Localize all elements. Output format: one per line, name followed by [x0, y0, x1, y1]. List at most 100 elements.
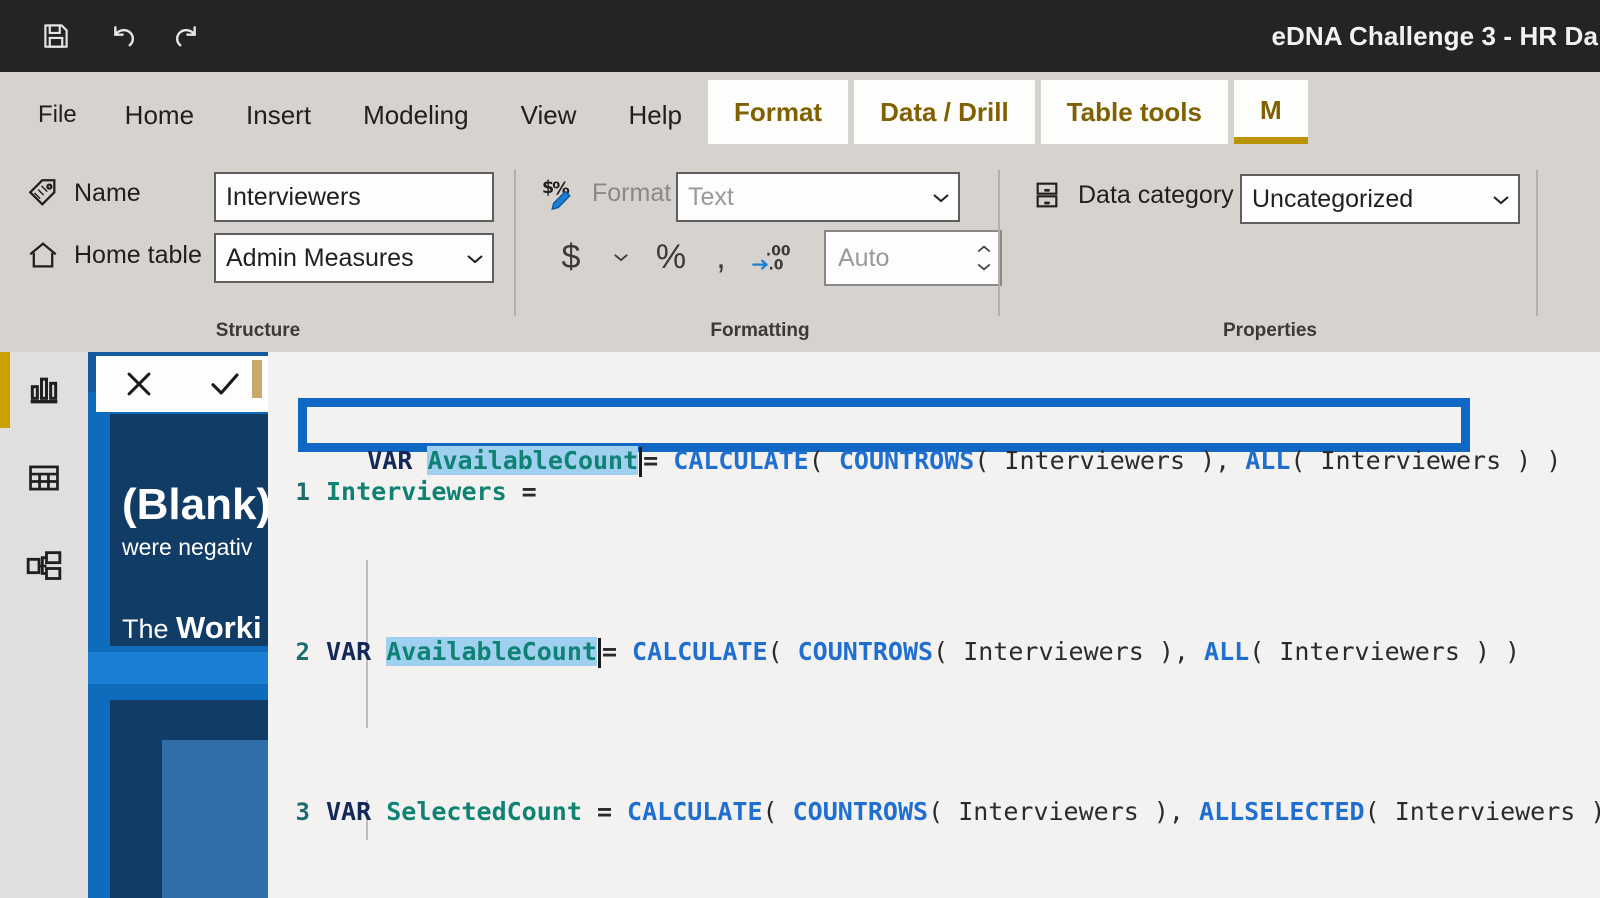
model-view-icon	[26, 551, 62, 580]
report-card-secondary-inner	[162, 740, 270, 898]
card-blank-value: (Blank)	[122, 480, 270, 529]
title-bar: eDNA Challenge 3 - HR Da	[0, 0, 1600, 72]
tab-file[interactable]: File	[0, 86, 99, 144]
percent-format-button[interactable]: %	[646, 232, 696, 282]
data-category-dropdown[interactable]: Uncategorized	[1240, 174, 1520, 224]
ribbon-tab-strip: File Home Insert Modeling View Help Form…	[0, 72, 1600, 144]
chevron-down-icon	[1493, 195, 1509, 204]
format-paint-icon: $ %	[540, 172, 582, 214]
tab-data-drill[interactable]: Data / Drill	[854, 80, 1035, 144]
home-icon	[22, 234, 64, 276]
undo-icon[interactable]	[102, 16, 142, 56]
data-category-icon	[1026, 174, 1068, 216]
decimal-places-stepper[interactable]: Auto	[824, 230, 1002, 286]
tab-table-tools[interactable]: Table tools	[1040, 80, 1228, 144]
view-nav-rail	[0, 352, 88, 898]
format-label: Format	[592, 178, 672, 207]
line-content: VAR SelectedCount = CALCULATE( COUNTROWS…	[326, 797, 1600, 826]
data-category-row: Data category	[1026, 174, 1234, 216]
chevron-down-icon	[467, 254, 483, 263]
group-divider-1	[514, 170, 516, 316]
stepper-arrows[interactable]	[976, 245, 992, 271]
chevron-down-icon	[933, 193, 949, 202]
quick-access-toolbar	[0, 16, 208, 56]
dax-formula-editor[interactable]: 1 Interviewers = 2 VAR AvailableCount = C…	[268, 352, 1600, 898]
power-bi-window: eDNA Challenge 3 - HR Da File Home Inser…	[0, 0, 1600, 898]
name-field-row: Name	[22, 172, 141, 214]
code-line: 3 VAR SelectedCount = CALCULATE( COUNTRO…	[268, 792, 1600, 832]
home-table-row: Home table	[22, 234, 202, 276]
tab-insert[interactable]: Insert	[220, 86, 337, 144]
format-quick-buttons: $ % , .00 .0	[546, 232, 796, 282]
chevron-down-icon	[614, 254, 628, 262]
tab-measure-tools[interactable]: M	[1233, 80, 1308, 144]
card-working-prefix: The	[122, 614, 177, 644]
report-canvas[interactable]: (Blank) were negativ The Worki	[88, 352, 270, 898]
code-line: 2 VAR AvailableCount = CALCULATE( COUNTRO…	[268, 632, 1600, 672]
home-table-value: Admin Measures	[226, 243, 414, 272]
currency-format-button[interactable]: $	[546, 232, 596, 282]
nav-item-data-view[interactable]	[0, 440, 88, 516]
tab-view[interactable]: View	[495, 86, 603, 144]
card-subtitle: were negativ	[122, 534, 253, 560]
decimal-places-value: Auto	[838, 243, 890, 272]
ribbon-group-structure: Name Interviewers Home table Admin Measu…	[0, 144, 516, 352]
data-view-icon	[29, 465, 59, 491]
selected-variable-token[interactable]: AvailableCount	[386, 637, 597, 666]
formula-commit-toolbar	[96, 356, 268, 412]
window-title: eDNA Challenge 3 - HR Da	[1271, 20, 1598, 51]
line-content: VAR AvailableCount = CALCULATE( COUNTROWS…	[326, 637, 1521, 668]
line-number: 1	[295, 478, 310, 506]
accept-formula-button[interactable]	[197, 358, 253, 410]
format-type-value: Text	[688, 182, 734, 211]
canvas-divider-strip	[88, 652, 270, 684]
data-category-value: Uncategorized	[1252, 184, 1414, 213]
redo-icon[interactable]	[168, 16, 208, 56]
line-number: 2	[295, 638, 310, 666]
ribbon-group-properties: Data category Uncategorized Properties	[1002, 144, 1538, 352]
save-icon[interactable]	[36, 16, 76, 56]
tab-format[interactable]: Format	[707, 80, 849, 144]
chevron-down-icon	[977, 263, 991, 271]
code-line: 1 Interviewers =	[268, 472, 1600, 512]
structure-group-label: Structure	[215, 320, 301, 341]
nav-active-indicator	[0, 352, 10, 428]
properties-group-label: Properties	[1223, 320, 1317, 341]
tab-modeling[interactable]: Modeling	[337, 86, 495, 144]
chevron-up-icon	[977, 245, 991, 253]
decimal-places-icon[interactable]: .00 .0	[746, 232, 796, 282]
format-field-row: $ % Format	[540, 172, 671, 214]
nav-item-report-view[interactable]	[0, 352, 88, 428]
card-working-bold: Worki	[176, 610, 262, 645]
close-icon	[127, 372, 151, 396]
tag-icon	[22, 172, 64, 214]
ribbon-group-formatting: $ % Format Text $ % , .00 .0 Auto Format…	[520, 144, 1002, 352]
report-card-secondary[interactable]	[110, 700, 270, 898]
measure-name-input[interactable]: Interviewers	[214, 172, 494, 222]
formatting-group-label: Formatting	[710, 320, 810, 341]
tab-home[interactable]: Home	[99, 86, 220, 144]
formula-bar-scrollbar-thumb[interactable]	[252, 360, 262, 398]
group-divider-2	[998, 170, 1000, 316]
nav-item-model-view[interactable]	[0, 528, 88, 604]
line-number: 3	[295, 798, 310, 826]
checkmark-icon	[211, 373, 239, 395]
name-label: Name	[74, 178, 141, 207]
thousands-separator-button[interactable]: ,	[696, 232, 746, 282]
ribbon-body: Name Interviewers Home table Admin Measu…	[0, 144, 1600, 352]
dax-code-block: 1 Interviewers = 2 VAR AvailableCount = C…	[268, 352, 1600, 898]
line-content: Interviewers =	[326, 477, 537, 506]
group-divider-3	[1536, 170, 1538, 316]
svg-text:.0: .0	[768, 258, 783, 274]
tab-help[interactable]: Help	[602, 86, 707, 144]
currency-dropdown-button[interactable]	[596, 232, 646, 282]
report-view-icon	[30, 377, 58, 404]
format-type-dropdown[interactable]: Text	[676, 172, 960, 222]
report-card-insight[interactable]: (Blank) were negativ The Worki	[110, 414, 270, 646]
data-category-label: Data category	[1078, 180, 1234, 209]
cancel-formula-button[interactable]	[111, 358, 167, 410]
card-working-line: The Worki	[122, 610, 262, 646]
home-table-label: Home table	[74, 240, 202, 269]
home-table-dropdown[interactable]: Admin Measures	[214, 233, 494, 283]
text-caret	[597, 638, 601, 668]
